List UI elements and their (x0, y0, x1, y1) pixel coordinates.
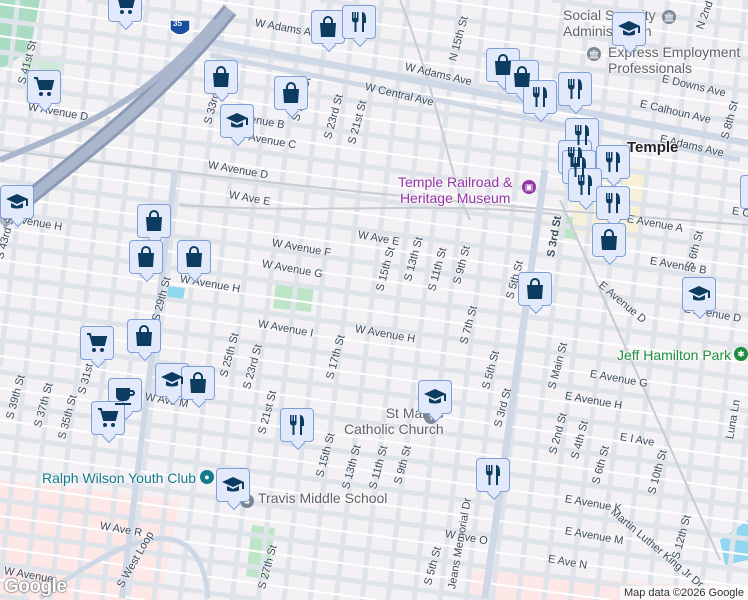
shopping-cart-icon (118, 0, 135, 14)
poi-label: Ralph Wilson Youth Club (42, 470, 197, 486)
shopping-bag-marker[interactable] (592, 223, 626, 257)
school-marker[interactable] (418, 380, 452, 414)
restaurant-icon (606, 193, 620, 213)
shopping-bag-marker[interactable] (177, 240, 211, 274)
school-icon (161, 372, 183, 387)
restaurant-icon (606, 152, 620, 172)
shopping-cart-marker[interactable] (108, 0, 142, 22)
school-marker[interactable] (220, 104, 254, 138)
shopping-bag-marker[interactable] (137, 204, 171, 238)
park-icon[interactable]: ✱ (734, 347, 748, 361)
restaurant-marker[interactable] (280, 408, 314, 442)
government-icon[interactable]: 🏛 (587, 47, 601, 61)
poi-jeff-hamilton-park[interactable]: Jeff Hamilton Park (617, 347, 731, 363)
shopping-bag-icon (320, 16, 336, 37)
highway-shield-number: 35 (173, 19, 182, 28)
map-canvas[interactable]: 35 W Adams Ave W Adams Ave W Central Ave E … (0, 0, 748, 600)
shopping-bag-icon (601, 229, 617, 250)
school-marker[interactable] (155, 363, 189, 397)
map-attribution[interactable]: Map data ©2026 Google (619, 586, 748, 600)
poi-travis-middle-school[interactable]: Travis Middle School (258, 490, 387, 506)
google-logo: Google (4, 576, 67, 597)
school-marker[interactable] (682, 277, 716, 311)
school-icon (424, 389, 446, 404)
restaurant-icon (575, 125, 589, 145)
restaurant-marker[interactable] (596, 145, 630, 179)
shopping-bag-marker[interactable] (127, 319, 161, 353)
school-icon (222, 477, 244, 492)
school-icon (688, 286, 710, 301)
restaurant-marker[interactable] (342, 5, 376, 39)
shopping-bag-icon (527, 278, 543, 299)
school-marker[interactable] (0, 185, 34, 219)
shopping-bag-marker[interactable] (740, 175, 748, 209)
school-icon (6, 194, 28, 209)
restaurant-icon (290, 415, 304, 435)
shopping-cart-icon (98, 408, 119, 427)
shopping-bag-icon (186, 246, 202, 267)
shopping-bag-marker[interactable] (518, 272, 552, 306)
restaurant-icon (486, 465, 500, 485)
shopping-cart-marker[interactable] (91, 401, 125, 435)
shopping-cart-icon (87, 333, 108, 352)
restaurant-marker[interactable] (596, 186, 630, 220)
restaurant-marker[interactable] (476, 458, 510, 492)
restaurant-icon (352, 12, 366, 32)
shopping-bag-icon (190, 372, 206, 393)
shopping-bag-marker[interactable] (204, 60, 238, 94)
shopping-cart-marker[interactable] (80, 326, 114, 360)
school-marker[interactable] (216, 468, 250, 502)
school-icon (618, 21, 640, 36)
shopping-cart-icon (34, 77, 55, 96)
restaurant-marker[interactable] (523, 80, 557, 114)
shopping-bag-icon (138, 246, 154, 267)
shopping-bag-marker[interactable] (311, 10, 345, 44)
city-label: Temple (627, 139, 679, 156)
cafe-icon (115, 388, 135, 405)
shopping-bag-marker[interactable] (181, 366, 215, 400)
shopping-bag-icon (213, 66, 229, 87)
poi-ralph-wilson-youth-club[interactable]: Ralph Wilson Youth Club (42, 470, 196, 486)
club-icon[interactable]: ● (200, 470, 214, 484)
poi-temple-railroad-museum[interactable]: Temple Railroad & Heritage Museum (398, 174, 512, 206)
poi-label: Heritage Museum (399, 190, 511, 206)
government-icon[interactable]: 🏛 (662, 10, 676, 24)
poi-label: Travis Middle School (258, 490, 388, 506)
restaurant-marker[interactable] (568, 168, 602, 202)
shopping-bag-marker[interactable] (274, 76, 308, 110)
shopping-bag-marker[interactable] (129, 240, 163, 274)
shopping-cart-marker[interactable] (27, 70, 61, 104)
museum-icon[interactable]: ▣ (522, 180, 536, 194)
restaurant-icon (568, 79, 582, 99)
shopping-bag-icon (146, 210, 162, 231)
poi-label: Temple Railroad & (398, 174, 513, 190)
school-icon (226, 113, 248, 128)
restaurant-icon (533, 87, 547, 107)
school-marker[interactable] (612, 12, 646, 46)
restaurant-marker[interactable] (558, 72, 592, 106)
shopping-bag-icon (136, 325, 152, 346)
poi-label: Jeff Hamilton Park (617, 347, 732, 363)
restaurant-icon (578, 175, 592, 195)
shopping-bag-icon (283, 82, 299, 103)
